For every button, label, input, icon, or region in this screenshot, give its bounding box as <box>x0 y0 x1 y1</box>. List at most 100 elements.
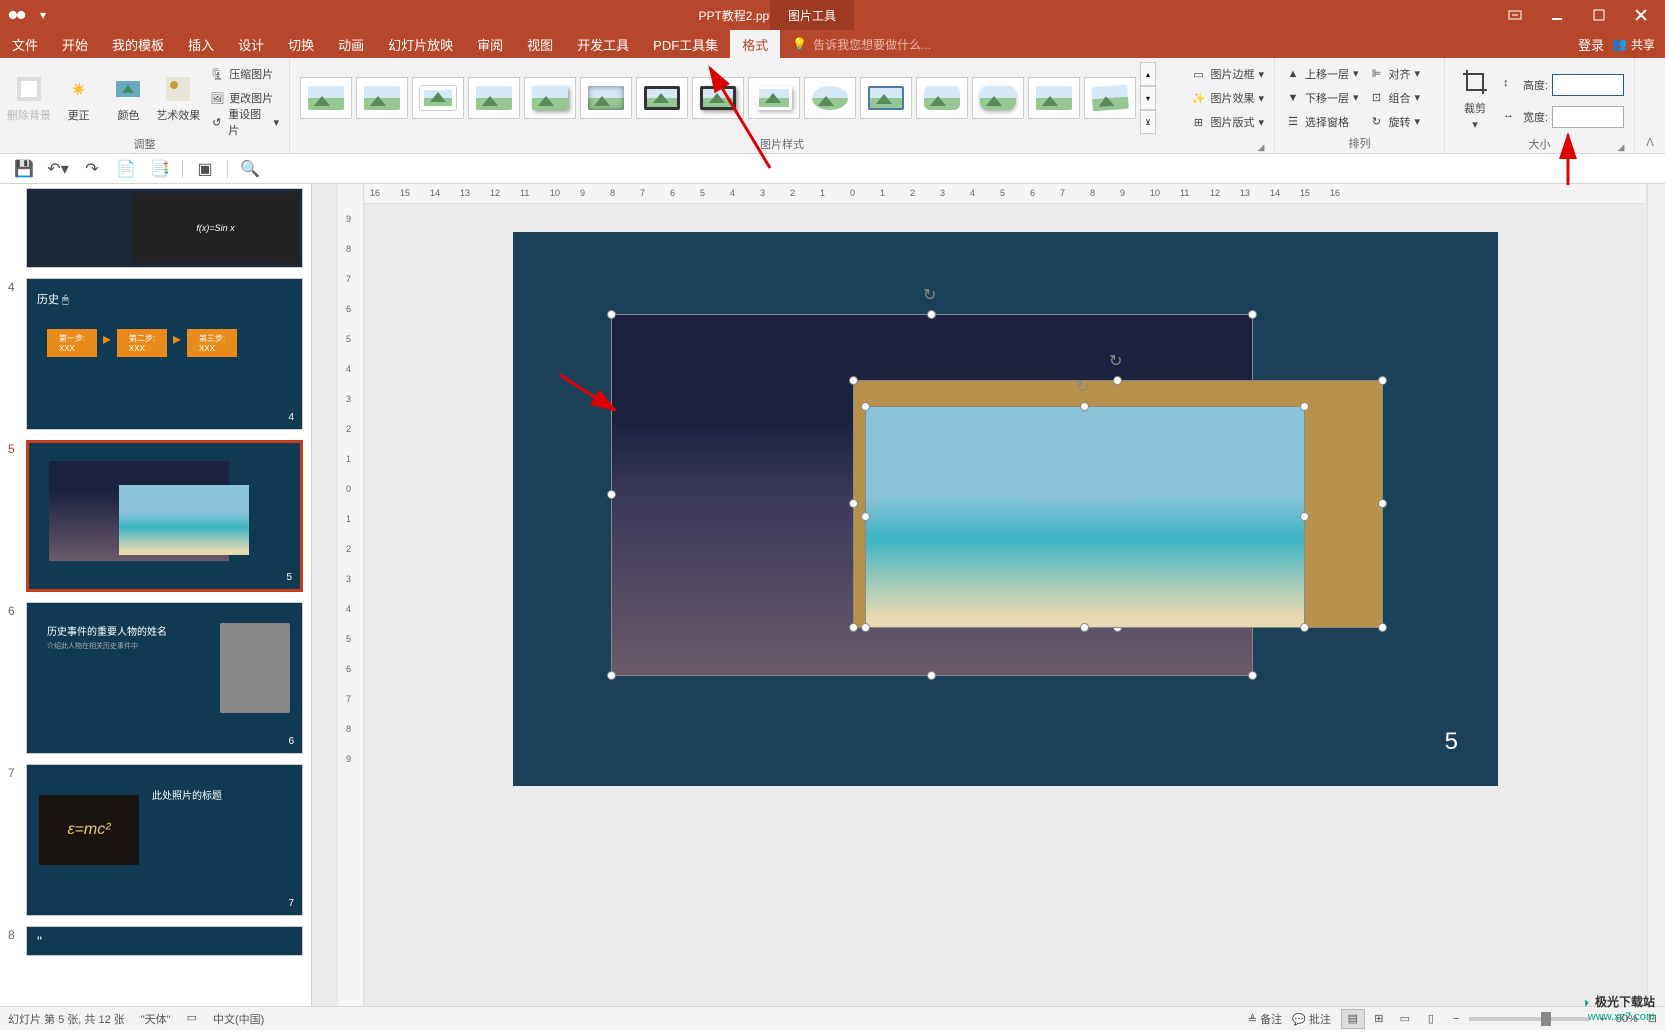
style-item[interactable] <box>468 77 520 119</box>
tab-home[interactable]: 开始 <box>50 30 100 58</box>
resize-handle[interactable] <box>1248 310 1257 319</box>
selection-pane-button[interactable]: ☰选择窗格 <box>1281 111 1363 133</box>
rotate-handle[interactable] <box>923 285 941 303</box>
resize-handle[interactable] <box>607 310 616 319</box>
tab-templates[interactable]: 我的模板 <box>100 30 176 58</box>
resize-handle[interactable] <box>1378 376 1387 385</box>
rotate-handle[interactable] <box>1076 377 1094 395</box>
resize-handle[interactable] <box>849 376 858 385</box>
remove-background-button[interactable]: 删除背景 <box>6 62 52 134</box>
style-item[interactable] <box>1028 77 1080 119</box>
redo-button[interactable]: ↷ <box>80 157 104 181</box>
picture-border-button[interactable]: ▭图片边框▾ <box>1186 63 1268 85</box>
tab-pdf[interactable]: PDF工具集 <box>641 30 730 58</box>
resize-handle[interactable] <box>927 310 936 319</box>
height-input[interactable] <box>1552 74 1624 96</box>
close-button[interactable] <box>1621 0 1661 30</box>
style-item[interactable] <box>524 77 576 119</box>
tab-animations[interactable]: 动画 <box>326 30 376 58</box>
slide-counter[interactable]: 幻灯片 第 5 张, 共 12 张 <box>8 1011 125 1027</box>
qat-btn-5[interactable]: 📑 <box>148 157 172 181</box>
crop-button[interactable]: 裁剪▾ <box>1451 62 1499 134</box>
style-item[interactable] <box>580 77 632 119</box>
accessibility-icon[interactable]: ▭ <box>187 1011 197 1027</box>
share-button[interactable]: 👥 共享 <box>1612 36 1655 53</box>
undo-button[interactable]: ↶▾ <box>46 157 70 181</box>
gallery-more-icon[interactable]: ⊻ <box>1140 110 1156 134</box>
resize-handle[interactable] <box>1378 499 1387 508</box>
start-from-beginning-button[interactable]: ▣ <box>193 157 217 181</box>
compress-pictures-button[interactable]: 🗜压缩图片 <box>205 63 283 85</box>
notes-button[interactable]: ≜ 备注 <box>1248 1011 1282 1027</box>
ribbon-options-icon[interactable] <box>1495 0 1535 30</box>
sorter-view-button[interactable]: ⊞ <box>1367 1009 1391 1029</box>
width-input[interactable] <box>1552 106 1624 128</box>
qat-dropdown-icon[interactable]: ▾ <box>32 4 54 26</box>
tab-view[interactable]: 视图 <box>515 30 565 58</box>
dialog-launcher-icon[interactable]: ◢ <box>1616 142 1626 152</box>
slide-thumbnail-active[interactable]: 5 5 <box>8 440 303 592</box>
gallery-up-icon[interactable]: ▴ <box>1140 62 1156 86</box>
autosave-icon[interactable] <box>6 4 28 26</box>
theme-name[interactable]: "天体" <box>141 1011 171 1027</box>
normal-view-button[interactable]: ▤ <box>1341 1009 1365 1029</box>
slide-thumbnail[interactable]: f(x)=Sin x <box>8 188 303 268</box>
gallery-down-icon[interactable]: ▾ <box>1140 86 1156 110</box>
tab-developer[interactable]: 开发工具 <box>565 30 641 58</box>
resize-handle[interactable] <box>1113 376 1122 385</box>
dialog-launcher-icon[interactable]: ◢ <box>1256 142 1266 152</box>
gallery-spinner[interactable]: ▴▾⊻ <box>1140 62 1156 134</box>
bring-forward-button[interactable]: ▲上移一层▾ <box>1281 63 1363 85</box>
zoom-out-button[interactable]: − <box>1453 1013 1459 1025</box>
login-link[interactable]: 登录 <box>1578 35 1604 54</box>
group-button[interactable]: ⊡组合▾ <box>1365 87 1425 109</box>
rotate-button[interactable]: ↻旋转▾ <box>1365 111 1425 133</box>
slide-canvas[interactable]: 5 <box>513 232 1498 786</box>
zoom-button[interactable]: 🔍 <box>238 157 262 181</box>
resize-handle[interactable] <box>861 402 870 411</box>
comments-button[interactable]: 💬 批注 <box>1292 1011 1331 1027</box>
style-item[interactable] <box>300 77 352 119</box>
style-item[interactable] <box>412 77 464 119</box>
resize-handle[interactable] <box>1080 402 1089 411</box>
tab-review[interactable]: 审阅 <box>465 30 515 58</box>
resize-handle[interactable] <box>1378 623 1387 632</box>
slide-thumbnail[interactable]: 7 ε=mc² 此处照片的标题 7 <box>8 764 303 916</box>
resize-handle[interactable] <box>861 512 870 521</box>
vertical-scrollbar[interactable] <box>1647 184 1665 1006</box>
resize-handle[interactable] <box>1300 623 1309 632</box>
style-item[interactable] <box>972 77 1024 119</box>
style-item[interactable] <box>692 77 744 119</box>
style-item[interactable] <box>748 77 800 119</box>
picture-layout-button[interactable]: ⊞图片版式▾ <box>1186 111 1268 133</box>
qat-btn-4[interactable]: 📄 <box>114 157 138 181</box>
send-backward-button[interactable]: ▼下移一层▾ <box>1281 87 1363 109</box>
style-item[interactable] <box>356 77 408 119</box>
tab-transitions[interactable]: 切换 <box>276 30 326 58</box>
resize-handle[interactable] <box>607 490 616 499</box>
style-item[interactable] <box>860 77 912 119</box>
resize-handle[interactable] <box>1300 402 1309 411</box>
style-item[interactable] <box>804 77 856 119</box>
reset-picture-button[interactable]: ↺重设图片▾ <box>205 111 283 133</box>
resize-handle[interactable] <box>849 623 858 632</box>
tab-insert[interactable]: 插入 <box>176 30 226 58</box>
resize-handle[interactable] <box>1080 623 1089 632</box>
corrections-button[interactable]: ☀️ 更正 <box>56 62 102 134</box>
slideshow-view-button[interactable]: ▯ <box>1419 1009 1443 1029</box>
minimize-button[interactable] <box>1537 0 1577 30</box>
resize-handle[interactable] <box>861 623 870 632</box>
save-button[interactable]: 💾 <box>12 157 36 181</box>
style-item[interactable] <box>916 77 968 119</box>
language-indicator[interactable]: 中文(中国) <box>213 1011 264 1027</box>
artistic-effects-button[interactable]: 艺术效果 <box>155 62 201 134</box>
resize-handle[interactable] <box>927 671 936 680</box>
tell-me-search[interactable]: 💡 告诉我您想要做什么... <box>792 36 931 53</box>
rotate-handle[interactable] <box>1109 351 1127 369</box>
picture-styles-gallery[interactable]: ▴▾⊻ <box>296 62 1178 134</box>
slide-thumbnails-panel[interactable]: f(x)=Sin x 4 历史 🖱 第一步:XXX ▸ 第二步:XXX ▸ 第三… <box>0 184 312 1006</box>
tab-slideshow[interactable]: 幻灯片放映 <box>376 30 465 58</box>
align-button[interactable]: ⊫对齐▾ <box>1365 63 1425 85</box>
style-item[interactable] <box>636 77 688 119</box>
tab-file[interactable]: 文件 <box>0 30 50 58</box>
